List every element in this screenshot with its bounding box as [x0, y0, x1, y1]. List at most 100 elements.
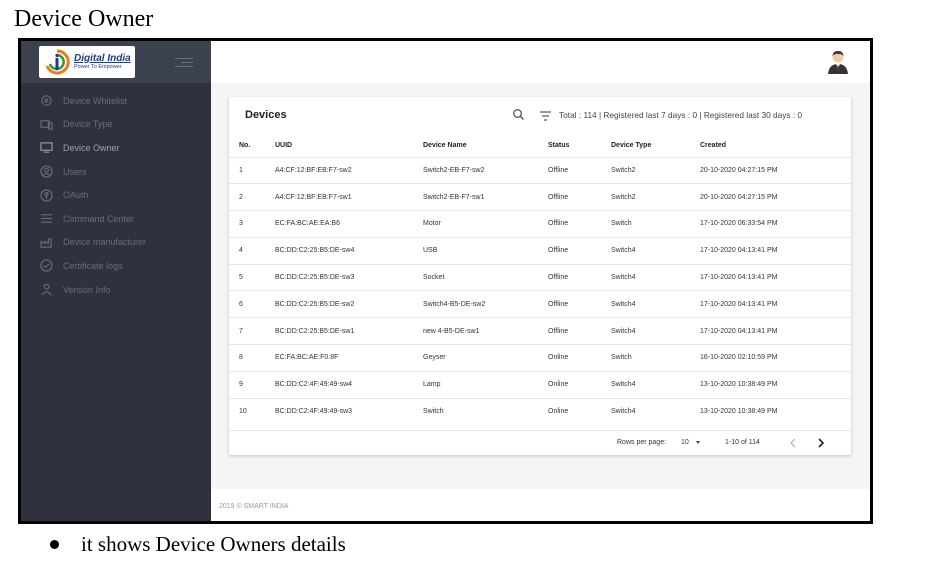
devices-icon [39, 117, 53, 131]
cell-uuid: BC:DD:C2:25:B5:DE-sw1 [275, 317, 423, 345]
list-icon [39, 212, 53, 226]
sidebar-item-device-manufacturer[interactable]: Device manufacturer [21, 231, 211, 255]
devices-card: Devices Total : 114 | Registered last 7 … [229, 97, 851, 455]
cell-created: 13-10-2020 10:38:49 PM [700, 370, 851, 399]
bullet-text: it shows Device Owners details [81, 532, 346, 556]
cell-status: Offline [548, 317, 611, 345]
rows-per-page-value: 10 [681, 439, 689, 446]
cell-device-name: Lamp [423, 370, 548, 399]
column-header-device-type[interactable]: Device Type [611, 135, 700, 157]
cell-status: Online [548, 397, 611, 425]
cell-created: 17-10-2020 04:13:41 PM [700, 290, 851, 318]
next-page-button[interactable] [815, 436, 827, 450]
cell-no: 9 [229, 370, 275, 399]
cell-no: 4 [229, 236, 275, 265]
cell-status: Offline [548, 263, 611, 291]
column-header-created[interactable]: Created [700, 135, 851, 157]
sidebar-item-label: OAuth [63, 190, 89, 201]
cell-status: Offline [548, 156, 611, 184]
sidebar-item-device-type[interactable]: Device Type [21, 113, 211, 137]
cell-uuid: BC:DD:C2:4F:49:49-sw4 [275, 370, 423, 399]
column-header-device-name[interactable]: Device Name [423, 135, 548, 157]
cell-uuid: A4:CF:12:BF:EB:F7-sw2 [275, 156, 423, 184]
circle-icon [39, 94, 53, 108]
bullet-note: it shows Device Owners details [50, 532, 346, 557]
cell-created: 16-10-2020 02:10:59 PM [700, 344, 851, 372]
table-row[interactable]: 2 A4:CF:12:BF:EB:F7-sw1 Switch2-EB-F7-sw… [229, 183, 851, 211]
cell-device-name: Geyser [423, 344, 548, 372]
cell-no: 7 [229, 317, 275, 345]
table-row[interactable]: 6 BC:DD:C2:25:B5:DE-sw2 Switch4-B5-DE-sw… [229, 290, 851, 318]
cell-device-name: Switch2-EB-F7-sw1 [423, 183, 548, 211]
cell-status: Offline [548, 210, 611, 238]
top-bar [211, 41, 870, 83]
table-row[interactable]: 7 BC:DD:C2:25:B5:DE-sw1 new 4-B5-DE-sw1 … [229, 317, 851, 345]
sidebar-nav: Device Whitelist Device Type Device Owne… [21, 83, 211, 301]
sidebar-item-device-owner[interactable]: Device Owner [21, 136, 211, 160]
previous-page-button[interactable] [787, 436, 799, 450]
key-icon [39, 188, 53, 202]
cell-device-type: Switch4 [611, 317, 700, 345]
rows-per-page-label: Rows per page: [617, 439, 667, 446]
sidebar-item-label: Version Info [63, 284, 111, 295]
cell-created: 20-10-2020 04:27:15 PM [700, 156, 851, 184]
app-window: Digital India Power To Empower Device Wh… [18, 38, 873, 524]
cell-created: 17-10-2020 06:33:54 PM [700, 210, 851, 238]
table-row[interactable]: 1 A4:CF:12:BF:EB:F7-sw2 Switch2-EB-F7-sw… [229, 156, 851, 184]
menu-toggle-icon[interactable] [175, 55, 193, 69]
table-row[interactable]: 5 BC:DD:C2:25:B5:DE-sw3 Socket Offline S… [229, 263, 851, 291]
sidebar-item-label: Device Whitelist [63, 95, 128, 106]
table-row[interactable]: 8 EC:FA:BC:AE:F0:8F Geyser Online Switch… [229, 344, 851, 372]
cell-status: Online [548, 344, 611, 372]
cell-no: 1 [229, 156, 275, 184]
cell-device-type: Switch4 [611, 263, 700, 291]
cell-no: 5 [229, 263, 275, 291]
table-row[interactable]: 9 BC:DD:C2:4F:49:49-sw4 Lamp Online Swit… [229, 370, 851, 399]
bullet-icon [50, 539, 59, 549]
user-avatar-icon[interactable] [826, 49, 850, 75]
sidebar-item-label: Command Center [63, 213, 135, 224]
sidebar-item-command-center[interactable]: Command Center [21, 207, 211, 231]
monitor-icon [39, 141, 53, 155]
sidebar-item-device-whitelist[interactable]: Device Whitelist [21, 89, 211, 113]
brand-name: Digital India [74, 52, 131, 64]
cell-uuid: BC:DD:C2:25:B5:DE-sw4 [275, 236, 423, 265]
sidebar-item-certificate-logs[interactable]: Certificate logs [21, 254, 211, 278]
device-summary: Total : 114 | Registered last 7 days : 0… [559, 110, 803, 120]
cell-no: 8 [229, 344, 275, 372]
cell-no: 3 [229, 210, 275, 238]
cell-device-name: new 4-B5-DE-sw1 [423, 317, 548, 345]
table-row[interactable]: 4 BC:DD:C2:25:B5:DE-sw4 USB Offline Swit… [229, 236, 851, 265]
cell-device-name: USB [423, 236, 548, 265]
cell-uuid: BC:DD:C2:4F:49:49-sw3 [275, 397, 423, 425]
doc-title: Device Owner [14, 6, 154, 32]
cell-device-type: Switch2 [611, 156, 700, 184]
factory-icon [39, 235, 53, 249]
cell-created: 17-10-2020 04:13:41 PM [700, 263, 851, 291]
sidebar-item-oauth[interactable]: OAuth [21, 183, 211, 207]
column-header-no[interactable]: No. [229, 135, 275, 157]
filter-icon[interactable] [539, 109, 552, 121]
pagination-bar: Rows per page: 10 1-10 of 114 [229, 430, 851, 455]
cell-device-name: Switch [423, 397, 548, 425]
column-header-uuid[interactable]: UUID [275, 135, 423, 157]
sidebar-item-label: Device Type [63, 119, 113, 130]
cell-device-type: Switch4 [611, 397, 700, 425]
cell-device-name: Switch2-EB-F7-sw2 [423, 156, 548, 184]
sidebar-item-users[interactable]: Users [21, 160, 211, 184]
sidebar-item-version-info[interactable]: Version Info [21, 278, 211, 302]
rows-per-page-select[interactable]: 10 [681, 437, 707, 449]
cell-no: 6 [229, 290, 275, 318]
app-footer: 2019 © SMART INDIA [211, 489, 870, 521]
cell-uuid: EC:FA:BC:AE:F0:8F [275, 344, 423, 372]
pagination-range: 1-10 of 114 [725, 439, 760, 446]
table-row[interactable]: 10 BC:DD:C2:4F:49:49-sw3 Switch Online S… [229, 397, 851, 425]
digital-india-logo[interactable]: Digital India Power To Empower [39, 46, 135, 78]
table-row[interactable]: 3 EC:FA:BC:AE:EA:B6 Motor Offline Switch… [229, 210, 851, 238]
search-icon[interactable] [512, 108, 525, 121]
column-header-status[interactable]: Status [548, 135, 611, 157]
cell-status: Offline [548, 290, 611, 318]
sidebar-item-label: Device Owner [63, 142, 120, 153]
sidebar-item-label: Users [63, 166, 87, 177]
cell-device-name: Motor [423, 210, 548, 238]
